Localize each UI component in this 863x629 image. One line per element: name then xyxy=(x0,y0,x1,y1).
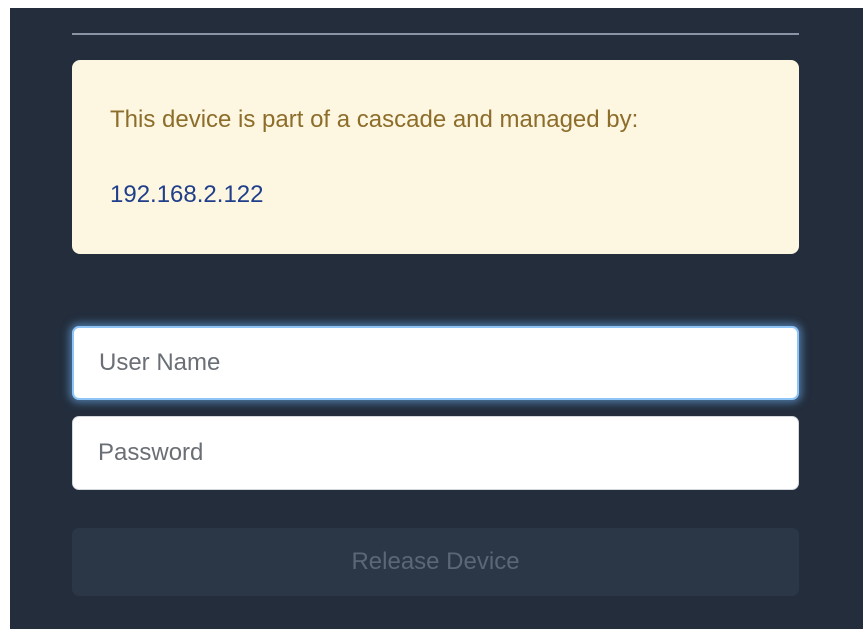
username-input[interactable] xyxy=(72,326,799,400)
manager-ip-address: 192.168.2.122 xyxy=(110,181,264,208)
release-device-button[interactable]: Release Device xyxy=(72,528,799,596)
release-device-panel: This device is part of a cascade and man… xyxy=(10,8,863,629)
cascade-notice: This device is part of a cascade and man… xyxy=(72,60,799,254)
password-input[interactable] xyxy=(72,416,799,490)
divider xyxy=(72,33,799,35)
cascade-notice-message: This device is part of a cascade and man… xyxy=(110,106,639,133)
